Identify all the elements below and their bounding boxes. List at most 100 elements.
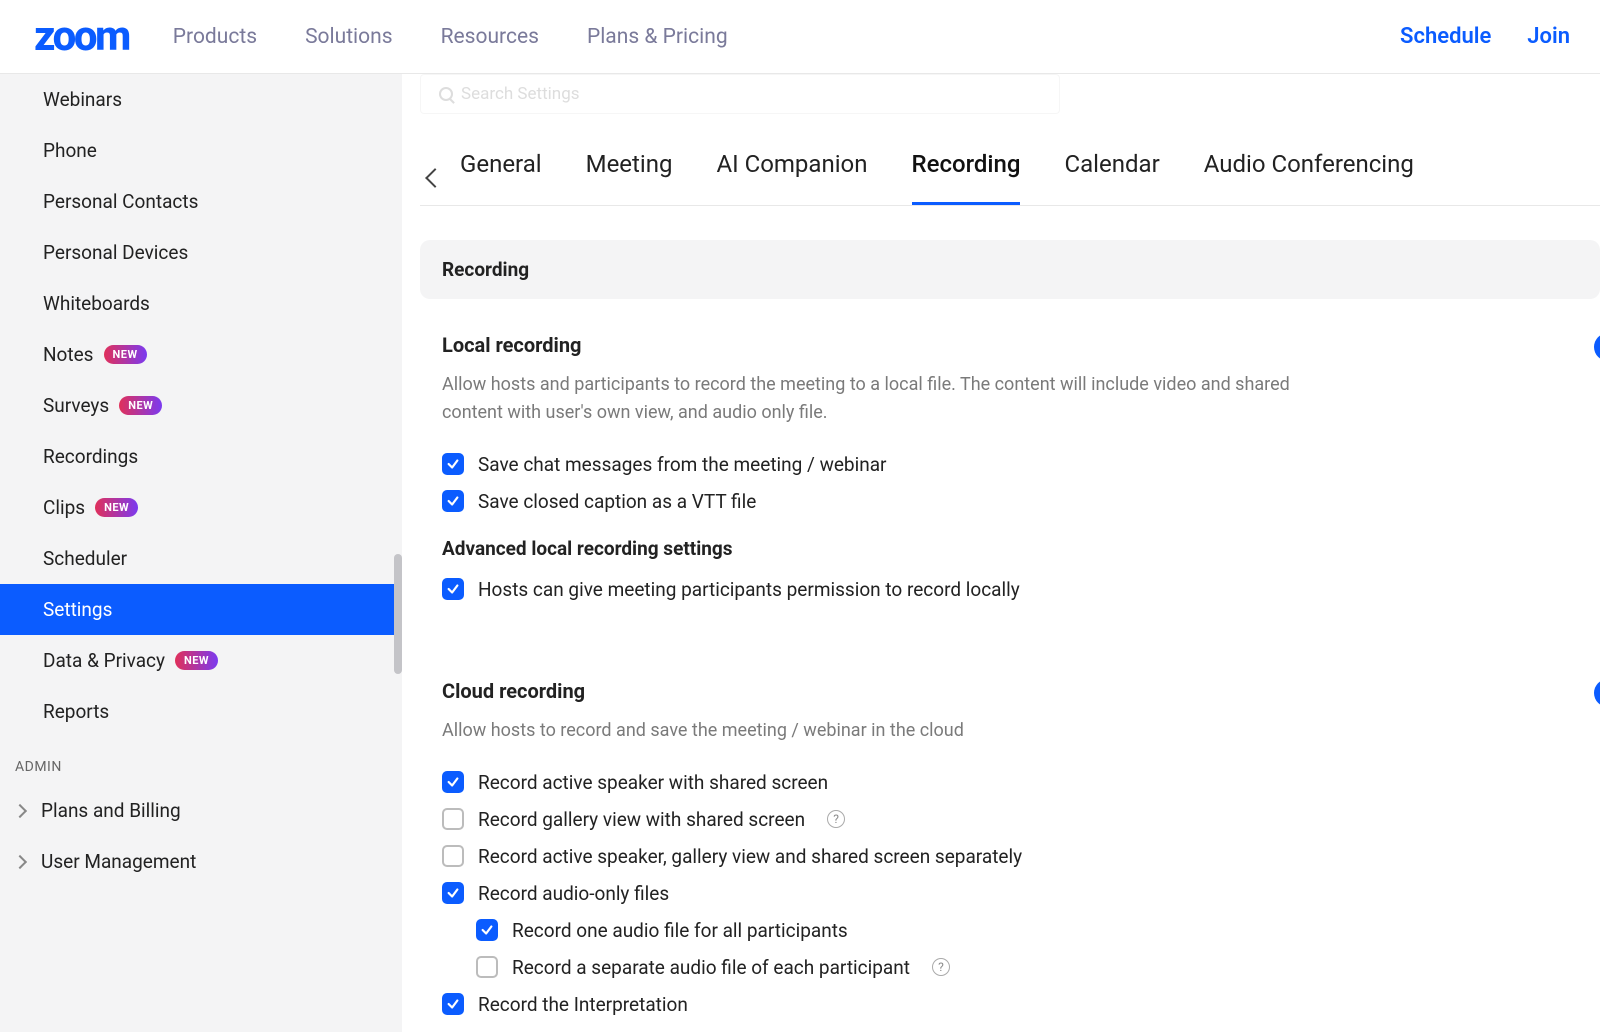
checkbox[interactable] [442,771,464,793]
search-icon [439,87,453,101]
sidebar-item-whiteboards[interactable]: Whiteboards [0,278,402,329]
option-label: Record one audio file for all participan… [512,919,848,942]
option-label: Record gallery view with shared screen [478,808,805,831]
option-label: Record audio-only files [478,882,669,905]
cloud-option-3: Record audio-only files [442,882,1600,905]
nav-resources[interactable]: Resources [441,25,539,49]
option-label: Hosts can give meeting participants perm… [478,578,1020,601]
tab-ai-companion[interactable]: AI Companion [716,150,867,205]
sidebar-item-personal-contacts[interactable]: Personal Contacts [0,176,402,227]
nav-products[interactable]: Products [173,25,257,49]
nav-right: Schedule Join [1400,24,1570,49]
sidebar-item-label: Surveys [43,394,109,417]
chevron-right-icon [13,854,27,868]
checkbox[interactable] [442,845,464,867]
help-icon[interactable]: ? [827,810,845,828]
sidebar-admin-label: Plans and Billing [41,799,181,822]
cloud-option-1: Record gallery view with shared screen? [442,808,1600,831]
chevron-right-icon [13,803,27,817]
sidebar-item-notes[interactable]: Notes NEW [0,329,402,380]
new-badge: NEW [104,345,147,364]
cloud-option-6: Record the Interpretation [442,993,1600,1016]
cloud-option-4: Record one audio file for all participan… [476,919,1600,942]
sidebar-item-surveys[interactable]: Surveys NEW [0,380,402,431]
checkbox[interactable] [442,993,464,1015]
zoom-logo: zoom [34,12,129,61]
sidebar-item-recordings[interactable]: Recordings [0,431,402,482]
sidebar-scrollbar[interactable] [394,554,402,674]
option-label: Record the Interpretation [478,993,688,1016]
sidebar-item-label: Phone [43,139,97,162]
nav-join[interactable]: Join [1527,24,1570,49]
sidebar-item-scheduler[interactable]: Scheduler [0,533,402,584]
checkbox[interactable] [476,919,498,941]
tab-meeting[interactable]: Meeting [586,150,673,205]
cloud-recording-desc: Allow hosts to record and save the meeti… [442,717,1322,745]
sidebar-admin-item-user-management[interactable]: User Management [0,836,402,887]
sidebar-item-data-privacy[interactable]: Data & Privacy NEW [0,635,402,686]
sidebar-admin-label: User Management [41,850,196,873]
sidebar-item-label: Personal Contacts [43,190,198,213]
sidebar-item-label: Clips [43,496,85,519]
new-badge: NEW [95,498,138,517]
checkbox[interactable] [442,490,464,512]
local-recording-desc: Allow hosts and participants to record t… [442,371,1322,427]
option-label: Save closed caption as a VTT file [478,490,756,513]
cloud-recording-block: Cloud recording Allow hosts to record an… [420,645,1600,1016]
sidebar-item-reports[interactable]: Reports [0,686,402,737]
sidebar-item-label: Webinars [43,88,122,111]
checkbox[interactable] [442,453,464,475]
sidebar-item-label: Personal Devices [43,241,188,264]
nav-schedule[interactable]: Schedule [1400,24,1491,49]
option-label: Record a separate audio file of each par… [512,956,910,979]
sidebar: Webinars Phone Personal Contacts Personal D… [0,74,402,1032]
cloud-option-0: Record active speaker with shared screen [442,771,1600,794]
sidebar-item-label: Recordings [43,445,138,468]
tab-calendar[interactable]: Calendar [1064,150,1159,205]
section-header-recording: Recording [420,240,1600,299]
tabs-back-icon[interactable] [425,168,445,188]
nav-left: Products Solutions Resources Plans & Pri… [173,25,728,49]
new-badge: NEW [119,396,162,415]
nav-plans-pricing[interactable]: Plans & Pricing [587,25,728,49]
top-nav: zoom Products Solutions Resources Plans … [0,0,1600,74]
settings-tabs: General Meeting AI Companion Recording Calen… [420,150,1600,206]
option-label: Save chat messages from the meeting / we… [478,453,887,476]
new-badge: NEW [175,651,218,670]
sidebar-item-phone[interactable]: Phone [0,125,402,176]
nav-solutions[interactable]: Solutions [305,25,393,49]
tab-general[interactable]: General [460,150,542,205]
option-label: Record active speaker with shared screen [478,771,828,794]
sidebar-item-label: Scheduler [43,547,127,570]
sidebar-item-label: Settings [43,598,112,621]
sidebar-item-clips[interactable]: Clips NEW [0,482,402,533]
sidebar-item-personal-devices[interactable]: Personal Devices [0,227,402,278]
sidebar-item-settings[interactable]: Settings [0,584,402,635]
sidebar-admin-item-plans-and-billing[interactable]: Plans and Billing [0,785,402,836]
cloud-recording-title: Cloud recording [442,679,1600,703]
search-settings-input[interactable]: Search Settings [420,74,1060,114]
sidebar-item-label: Whiteboards [43,292,150,315]
local-option-0: Save chat messages from the meeting / we… [442,453,1600,476]
tab-audio-conferencing[interactable]: Audio Conferencing [1204,150,1414,205]
checkbox[interactable] [442,808,464,830]
sidebar-item-label: Notes [43,343,94,366]
checkbox[interactable] [476,956,498,978]
sidebar-item-label: Reports [43,700,109,723]
local-option-1: Save closed caption as a VTT file [442,490,1600,513]
admin-section-label: ADMIN [0,737,402,785]
cloud-option-2: Record active speaker, gallery view and … [442,845,1600,868]
main-content: Search Settings General Meeting AI Compani… [402,74,1600,1032]
checkbox[interactable] [442,882,464,904]
cloud-option-5: Record a separate audio file of each par… [476,956,1600,979]
local-recording-title: Local recording [442,333,1600,357]
option-label: Record active speaker, gallery view and … [478,845,1022,868]
advanced-local-title: Advanced local recording settings [442,537,1600,560]
local-recording-block: Local recording Allow hosts and particip… [420,299,1600,601]
checkbox[interactable] [442,578,464,600]
help-icon[interactable]: ? [932,958,950,976]
sidebar-item-label: Data & Privacy [43,649,165,672]
sidebar-item-webinars[interactable]: Webinars [0,74,402,125]
tab-recording[interactable]: Recording [912,150,1021,205]
local-adv-option-0: Hosts can give meeting participants perm… [442,578,1600,601]
